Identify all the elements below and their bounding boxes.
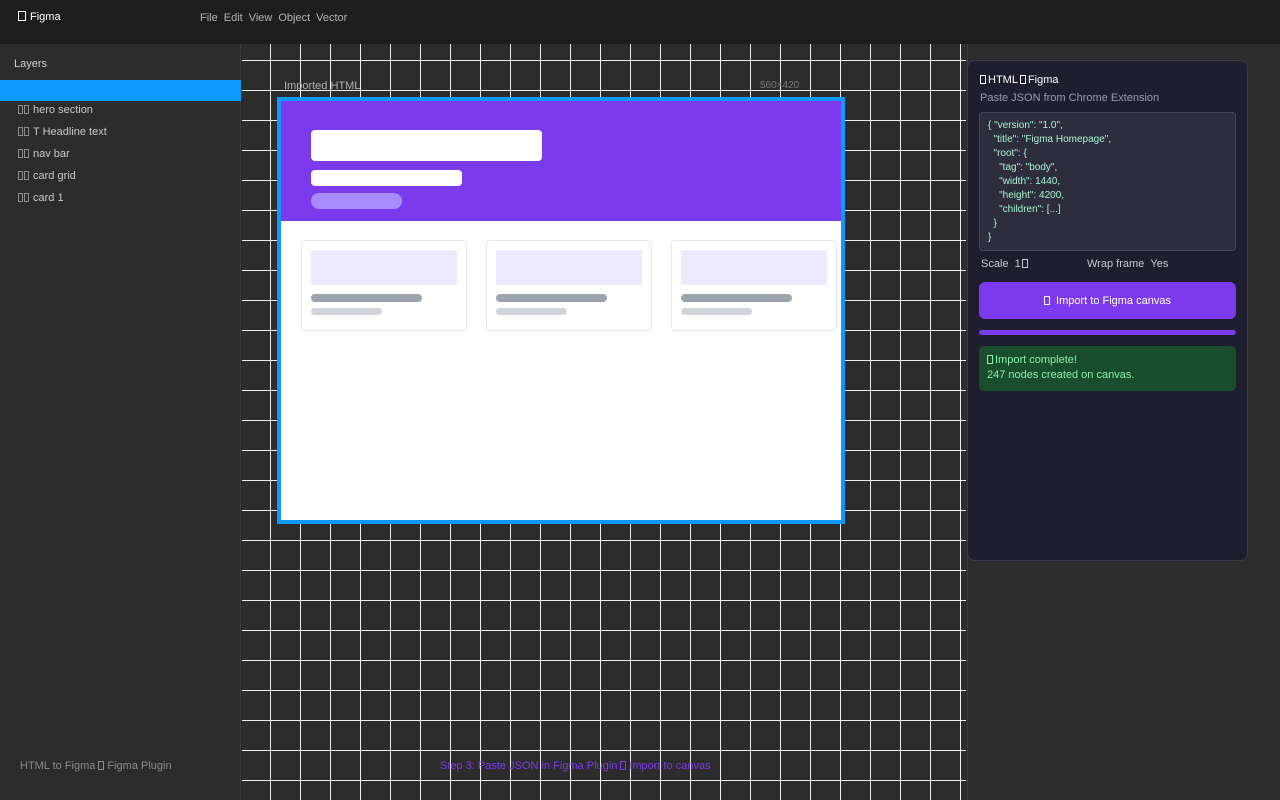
right-panel: HTML Figma Paste JSON from Chrome Extensi… (967, 44, 1280, 800)
hero-section[interactable] (281, 101, 841, 221)
json-line: "height": 4200, (988, 190, 1065, 201)
card-text-placeholder (311, 308, 382, 315)
arrow-icon (620, 761, 627, 770)
layers-panel: Layers hero section T Headline text nav … (0, 44, 241, 800)
top-toolbar: Figma File Edit View Object Vector (0, 0, 1280, 44)
wrap-value: Yes (1150, 258, 1169, 270)
imported-frame[interactable] (277, 97, 845, 524)
frame-icon (18, 171, 23, 180)
layer-label: hero section (33, 104, 93, 116)
text-icon (24, 127, 29, 136)
success-detail: 247 nodes created on canvas. (987, 369, 1135, 381)
json-line: "width": 1440, (988, 176, 1061, 187)
frame-icon (18, 193, 23, 202)
wrap-frame-setting[interactable]: Wrap frame Yes (1087, 258, 1168, 270)
figma-logo-icon (18, 11, 26, 21)
menu-object[interactable]: Object (278, 12, 310, 24)
card-title-placeholder (681, 294, 792, 302)
layer-item-nav-bar[interactable]: nav bar (18, 148, 70, 160)
headline-placeholder (311, 130, 542, 161)
scale-setting[interactable]: Scale 1 (981, 258, 1028, 270)
menu-edit[interactable]: Edit (224, 12, 243, 24)
layer-item-headline-text[interactable]: T Headline text (18, 126, 107, 138)
card-placeholder[interactable] (301, 240, 467, 331)
json-line: "title": "Figma Homepage", (988, 134, 1112, 145)
card-placeholder[interactable] (486, 240, 652, 331)
scale-value: 1 (1014, 258, 1021, 270)
frame-icon (24, 171, 29, 180)
json-line: "tag": "body", (988, 162, 1058, 173)
figma-app-window: Figma File Edit View Object Vector Layer… (0, 0, 1280, 800)
plugin-icon (980, 75, 986, 84)
footer-left-text: HTML to Figma (20, 760, 96, 772)
layers-title: Layers (14, 58, 48, 70)
footer-right-text: Figma Plugin (107, 760, 172, 772)
json-input[interactable]: { "version": "1.0", "title": "Figma Home… (979, 112, 1236, 251)
menu-file[interactable]: File (200, 12, 218, 24)
layer-label: nav bar (33, 148, 70, 160)
import-icon (1044, 296, 1051, 305)
frame-label[interactable]: Imported HTML (284, 80, 360, 92)
card-title-placeholder (496, 294, 607, 302)
frame-icon (24, 193, 29, 202)
design-canvas[interactable]: Imported HTML 560×420 Step 3: Paste JSON… (242, 44, 966, 800)
frame-icon (24, 105, 29, 114)
app-logo[interactable]: Figma (18, 11, 61, 23)
success-message: Import complete! 247 nodes created on ca… (979, 346, 1236, 391)
plugin-title: HTML Figma (980, 74, 1059, 86)
left-footer-caption: HTML to Figma Figma Plugin (20, 760, 172, 772)
json-line: "children": [...] (988, 204, 1061, 215)
menu-vector[interactable]: Vector (316, 12, 347, 24)
plugin-title-left: HTML (988, 74, 1018, 86)
card-image-placeholder (496, 250, 642, 285)
plugin-subtitle: Paste JSON from Chrome Extension (980, 92, 1160, 104)
json-line: } (988, 218, 997, 229)
card-text-placeholder (496, 308, 567, 315)
card-placeholder[interactable] (671, 240, 837, 331)
card-image-placeholder (311, 250, 457, 285)
check-icon (987, 355, 993, 364)
json-line: "root": { (988, 148, 1027, 159)
frame-icon (24, 149, 29, 158)
frame-icon (18, 105, 23, 114)
step-action-text: Import to canvas (629, 760, 711, 772)
frame-icon (18, 149, 23, 158)
cta-placeholder (311, 193, 402, 209)
layer-item-card-1[interactable]: card 1 (18, 192, 64, 204)
subheadline-placeholder (311, 170, 462, 186)
plugin-title-right: Figma (1027, 74, 1059, 86)
card-text-placeholder (681, 308, 752, 315)
wrap-label: Wrap frame (1087, 258, 1145, 270)
menu-bar: File Edit View Object Vector (200, 12, 347, 24)
arrow-icon (98, 761, 105, 770)
chevron-down-icon (1021, 259, 1028, 268)
plugin-window: HTML Figma Paste JSON from Chrome Extensi… (967, 60, 1248, 561)
success-title-text: Import complete! (995, 354, 1077, 366)
layer-item-hero-section[interactable]: hero section (18, 104, 93, 116)
import-button-label: Import to Figma canvas (1056, 294, 1171, 307)
menu-view[interactable]: View (249, 12, 273, 24)
scale-label: Scale (981, 258, 1009, 270)
app-name: Figma (30, 11, 61, 23)
import-to-canvas-button[interactable]: Import to Figma canvas (979, 282, 1236, 319)
progress-fill (979, 330, 1236, 335)
layer-item-card-grid[interactable]: card grid (18, 170, 76, 182)
layer-label: card grid (33, 170, 76, 182)
arrow-icon (1019, 75, 1026, 84)
card-title-placeholder (311, 294, 422, 302)
json-line: { "version": "1.0", (988, 120, 1063, 131)
json-line: } (988, 232, 992, 243)
layer-label: T Headline text (33, 126, 107, 138)
success-title: Import complete! (987, 354, 1077, 366)
frame-size-label: 560×420 (760, 80, 800, 91)
layer-label: card 1 (33, 192, 64, 204)
step-caption: Step 3: Paste JSON in Figma Plugin Import… (440, 760, 711, 772)
card-image-placeholder (681, 250, 827, 285)
layer-row-selected[interactable] (0, 80, 241, 101)
text-icon (18, 127, 23, 136)
step-text: Step 3: Paste JSON in Figma Plugin (440, 760, 618, 772)
import-progress-bar (979, 330, 1236, 335)
